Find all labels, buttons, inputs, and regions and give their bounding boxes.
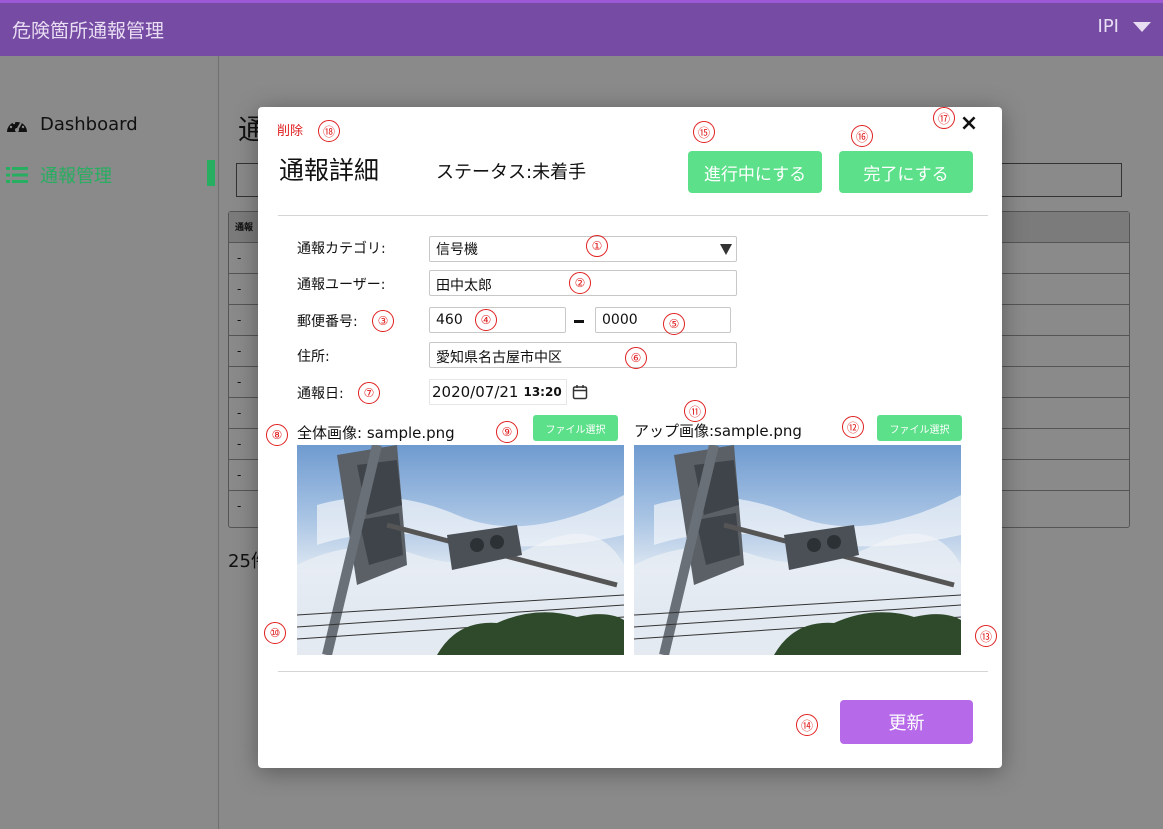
annotation-marker: ⑥: [625, 347, 647, 369]
annotation-marker: ⑭: [796, 714, 818, 736]
up-image-caption: アップ画像:sample.png: [634, 422, 802, 440]
annotation-marker: ⑧: [266, 424, 288, 446]
top-bar: 危険箇所通報管理 IPI: [0, 0, 1163, 56]
list-icon: [6, 166, 28, 184]
sidebar-active-indicator: [207, 160, 215, 186]
date-label: 通報日:: [297, 386, 344, 402]
user-name: IPI: [1097, 16, 1119, 37]
set-complete-button[interactable]: 完了にする: [839, 151, 973, 193]
full-image-caption: 全体画像: sample.png: [297, 424, 455, 442]
up-image-file-select-button[interactable]: ファイル選択: [877, 415, 962, 441]
dropdown-arrow-icon: [720, 243, 732, 255]
annotation-marker: ⑨: [496, 421, 518, 443]
date-value: 2020/07/21: [432, 383, 519, 401]
postal-label: 郵便番号:: [297, 314, 358, 330]
postal-dash: [574, 320, 584, 323]
delete-link[interactable]: 削除: [277, 120, 303, 139]
set-in-progress-button[interactable]: 進行中にする: [688, 151, 822, 193]
modal-title: 通報詳細: [279, 156, 380, 185]
annotation-marker: ⑯: [851, 125, 873, 147]
sidebar-item-report-management[interactable]: 通報管理: [6, 162, 112, 188]
user-menu[interactable]: IPI: [1098, 16, 1151, 37]
sidebar-item-dashboard[interactable]: Dashboard: [6, 114, 138, 135]
dashboard-gauge-icon: [6, 117, 28, 133]
address-field[interactable]: 愛知県名古屋市中区: [429, 342, 737, 368]
update-button[interactable]: 更新: [840, 700, 973, 744]
app-title: 危険箇所通報管理: [12, 20, 165, 42]
footer-divider: [278, 671, 988, 672]
full-image-file-select-button[interactable]: ファイル選択: [533, 415, 618, 441]
category-select[interactable]: 信号機: [429, 236, 737, 262]
annotation-marker: ④: [475, 309, 497, 331]
up-image-photo: [634, 445, 961, 655]
user-label: 通報ユーザー:: [297, 277, 386, 293]
category-label: 通報カテゴリ:: [297, 241, 386, 257]
annotation-marker: ⑮: [693, 121, 715, 143]
header-divider: [278, 215, 988, 216]
postal-code-first-field[interactable]: 460: [429, 307, 566, 333]
annotation-marker: ⑬: [975, 625, 997, 647]
sidebar-item-label: 通報管理: [40, 166, 112, 187]
sidebar-item-label: Dashboard: [40, 114, 138, 135]
annotation-marker: ⑱: [318, 120, 340, 142]
annotation-marker: ⑪: [684, 400, 706, 422]
time-value: 13:20: [523, 385, 562, 399]
annotation-marker: ①: [586, 235, 608, 257]
full-image-photo: [297, 445, 624, 655]
category-value: 信号機: [436, 242, 478, 258]
address-label: 住所:: [297, 349, 330, 365]
annotation-marker: ⑦: [358, 382, 380, 404]
annotation-marker: ⑩: [264, 622, 286, 644]
status-text: ステータス:未着手: [436, 162, 587, 183]
chevron-down-icon: [1133, 21, 1151, 32]
annotation-marker: ⑤: [663, 313, 685, 335]
report-detail-modal: 削除 通報詳細 ステータス:未着手 進行中にする 完了にする × 通報カテゴリ:…: [258, 107, 1002, 768]
annotation-marker: ③: [372, 310, 394, 332]
calendar-icon[interactable]: [572, 384, 588, 400]
annotation-marker: ②: [569, 272, 591, 294]
date-time-input[interactable]: 2020/07/21 13:20: [429, 379, 567, 405]
annotation-marker: ⑰: [933, 107, 955, 129]
close-icon[interactable]: ×: [958, 113, 980, 135]
annotation-marker: ⑫: [842, 416, 864, 438]
